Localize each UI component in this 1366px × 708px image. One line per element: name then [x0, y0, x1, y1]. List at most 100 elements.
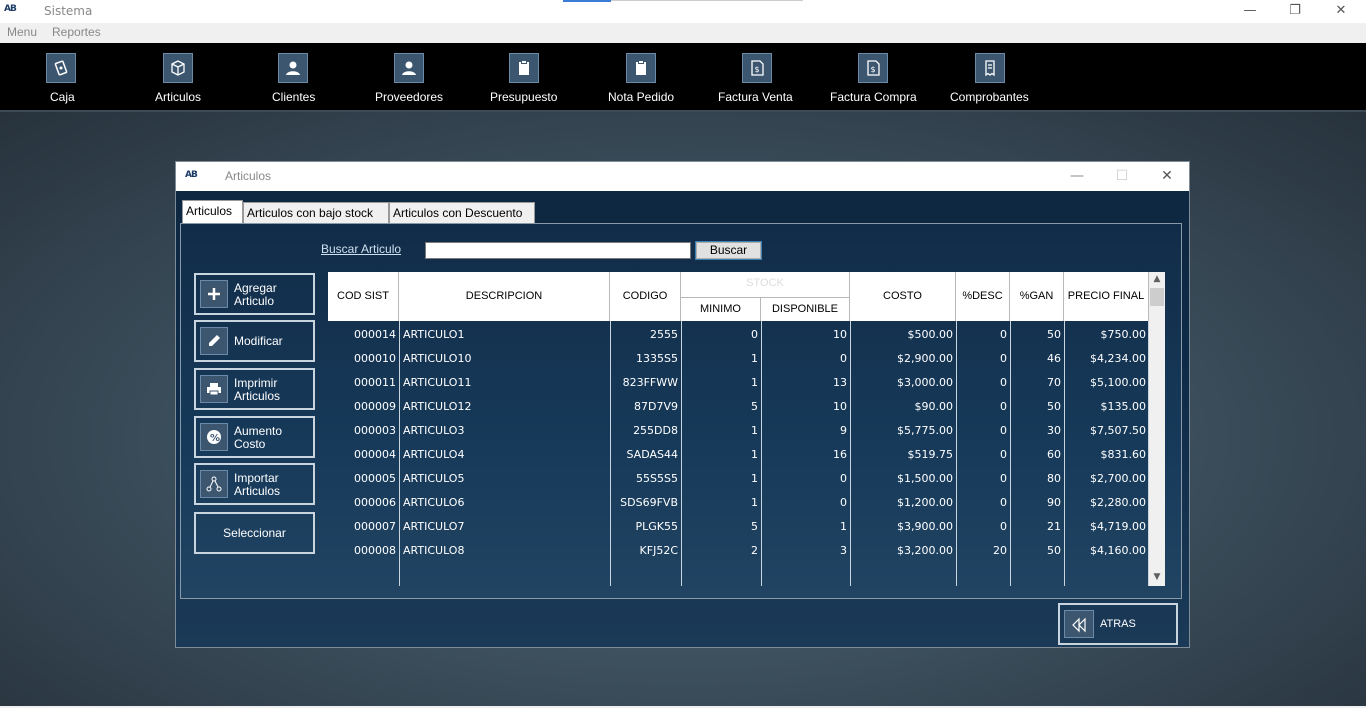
- cell-precio-final: $2,700.00: [1090, 472, 1146, 485]
- cash-icon: [46, 53, 76, 83]
- cell-precio-final: $4,234.00: [1090, 352, 1146, 365]
- toolbar-factura-compra[interactable]: $ Factura Compra: [830, 53, 917, 107]
- cell-disponible: 13: [833, 376, 847, 389]
- scroll-up-icon[interactable]: ▲: [1149, 272, 1165, 286]
- toolbar-comprobantes[interactable]: Comprobantes: [950, 53, 1029, 107]
- toolbar-label: Proveedores: [375, 90, 444, 104]
- table-row[interactable]: 000010 ARTICULO10 1335S5 1 0 $2,900.00 0 46 $4,2…: [328, 347, 1149, 371]
- menu-item-menu[interactable]: Menu: [7, 25, 37, 39]
- cell-gan: 21: [1047, 520, 1061, 533]
- window-logo: AB: [185, 170, 198, 180]
- select-button[interactable]: Seleccionar: [194, 512, 315, 554]
- box-icon: [163, 53, 193, 83]
- tab-descuento[interactable]: Articulos con Descuento: [389, 202, 535, 223]
- cell-cod-sist: 000014: [354, 328, 396, 341]
- toolbar-proveedores[interactable]: Proveedores: [375, 53, 443, 107]
- window-titlebar: AB Articulos — ☐ ✕: [176, 162, 1189, 191]
- tab-bajo-stock[interactable]: Articulos con bajo stock: [243, 202, 389, 223]
- import-articles-button[interactable]: Importar Articulos: [194, 463, 315, 505]
- toolbar-caja[interactable]: Caja: [46, 53, 76, 107]
- toolbar-factura-venta[interactable]: $ Factura Venta: [718, 53, 793, 107]
- cell-costo: $3,900.00: [897, 520, 953, 533]
- cell-descripcion: ARTICULO3: [403, 424, 465, 437]
- col-header-descripcion[interactable]: DESCRIPCION: [399, 272, 610, 321]
- scroll-thumb[interactable]: [1150, 288, 1164, 306]
- col-header-codigo[interactable]: CODIGO: [610, 272, 681, 321]
- col-header-cod-sist[interactable]: COD SIST: [328, 272, 399, 321]
- table-row[interactable]: 000008 ARTICULO8 KFJ52C 2 3 $3,200.00 20 50 $4,1…: [328, 539, 1149, 563]
- cell-minimo: 1: [751, 496, 758, 509]
- users-icon: [278, 53, 308, 83]
- toolbar-presupuesto[interactable]: Presupuesto: [490, 53, 557, 107]
- restore-button[interactable]: ❐: [1280, 2, 1310, 20]
- col-header-precio-final[interactable]: PRECIO FINAL: [1064, 272, 1149, 321]
- back-button-label: ATRAS: [1100, 618, 1136, 630]
- window-maximize-button[interactable]: ☐: [1111, 167, 1133, 185]
- table-row[interactable]: 000003 ARTICULO3 255DD8 1 9 $5,775.00 0 30 $7,50…: [328, 419, 1149, 443]
- pencil-icon: [200, 327, 228, 355]
- cell-descripcion: ARTICULO1: [403, 328, 465, 341]
- scroll-down-icon[interactable]: ▼: [1149, 570, 1165, 584]
- col-header-disponible[interactable]: DISPONIBLE: [761, 297, 850, 321]
- back-button[interactable]: ATRAS: [1058, 603, 1178, 645]
- rewind-icon: [1064, 610, 1094, 638]
- search-input[interactable]: [425, 242, 691, 259]
- cell-cod-sist: 000006: [354, 496, 396, 509]
- table-row[interactable]: 000006 ARTICULO6 SDS69FVB 1 0 $1,200.00 0 90 $2,…: [328, 491, 1149, 515]
- toolbar-label: Caja: [50, 90, 75, 104]
- cell-cod-sist: 000004: [354, 448, 396, 461]
- window-minimize-button[interactable]: —: [1066, 167, 1088, 185]
- cell-codigo: 87D7V9: [634, 400, 678, 413]
- col-header-minimo[interactable]: MINIMO: [681, 297, 761, 321]
- cell-precio-final: $4,160.00: [1090, 544, 1146, 557]
- window-close-button[interactable]: ✕: [1156, 167, 1178, 185]
- tab-panel: Buscar Articulo Buscar Agregar Articulo …: [180, 223, 1182, 599]
- cell-cod-sist: 000010: [354, 352, 396, 365]
- cell-desc-pct: 0: [1000, 400, 1007, 413]
- print-articles-button[interactable]: Imprimir Articulos: [194, 368, 315, 410]
- col-header-costo[interactable]: COSTO: [850, 272, 956, 321]
- minimize-button[interactable]: —: [1235, 2, 1265, 20]
- search-label[interactable]: Buscar Articulo: [321, 242, 401, 256]
- toolbar-articulos[interactable]: Articulos: [155, 53, 201, 107]
- cell-descripcion: ARTICULO10: [403, 352, 472, 365]
- main-toolbar: Caja Articulos Clientes Proveedores Pres…: [0, 43, 1366, 111]
- increase-cost-button[interactable]: % Aumento Costo: [194, 416, 315, 458]
- toolbar-nota-pedido[interactable]: Nota Pedido: [608, 53, 674, 107]
- cell-gan: 50: [1047, 400, 1061, 413]
- cell-descripcion: ARTICULO11: [403, 376, 472, 389]
- cell-costo: $2,900.00: [897, 352, 953, 365]
- add-article-button[interactable]: Agregar Articulo: [194, 273, 315, 315]
- table-row[interactable]: 000009 ARTICULO12 87D7V9 5 10 $90.00 0 50 $135.0…: [328, 395, 1149, 419]
- cell-descripcion: ARTICULO4: [403, 448, 465, 461]
- cell-precio-final: $5,100.00: [1090, 376, 1146, 389]
- search-button[interactable]: Buscar: [695, 241, 762, 260]
- table-scrollbar[interactable]: ▲ ▼: [1149, 272, 1165, 586]
- menu-item-reportes[interactable]: Reportes: [52, 25, 101, 39]
- tab-articulos[interactable]: Articulos: [182, 200, 243, 224]
- table-row[interactable]: 000004 ARTICULO4 SADAS44 1 16 $519.75 0 60 $831.…: [328, 443, 1149, 467]
- table-row[interactable]: 000007 ARTICULO7 PLGK55 5 1 $3,900.00 0 21 $4,71…: [328, 515, 1149, 539]
- modify-button[interactable]: Modificar: [194, 320, 315, 362]
- table-row[interactable]: 000014 ARTICULO1 2555 0 10 $500.00 0 50 $750.00: [328, 323, 1149, 347]
- focus-indicator-track: [611, 0, 803, 1]
- table-row[interactable]: 000005 ARTICULO5 55S5S5 1 0 $1,500.00 0 80 $2,70…: [328, 467, 1149, 491]
- cell-gan: 70: [1047, 376, 1061, 389]
- col-header-gan[interactable]: %GAN: [1010, 272, 1064, 321]
- table-row[interactable]: 000011 ARTICULO11 823FFWW 1 13 $3,000.00 0 70 $5…: [328, 371, 1149, 395]
- cell-disponible: 10: [833, 328, 847, 341]
- cell-costo: $1,500.00: [897, 472, 953, 485]
- col-header-desc-pct[interactable]: %DESC: [956, 272, 1010, 321]
- cell-codigo: SDS69FVB: [620, 496, 678, 509]
- cell-minimo: 1: [751, 352, 758, 365]
- cell-costo: $3,200.00: [897, 544, 953, 557]
- cell-gan: 50: [1047, 544, 1061, 557]
- cell-cod-sist: 000003: [354, 424, 396, 437]
- cell-gan: 50: [1047, 328, 1061, 341]
- toolbar-clientes[interactable]: Clientes: [272, 53, 315, 107]
- cell-desc-pct: 0: [1000, 328, 1007, 341]
- toolbar-label: Presupuesto: [490, 90, 558, 104]
- close-button[interactable]: ✕: [1326, 2, 1356, 20]
- cell-disponible: 10: [833, 400, 847, 413]
- cell-desc-pct: 20: [993, 544, 1007, 557]
